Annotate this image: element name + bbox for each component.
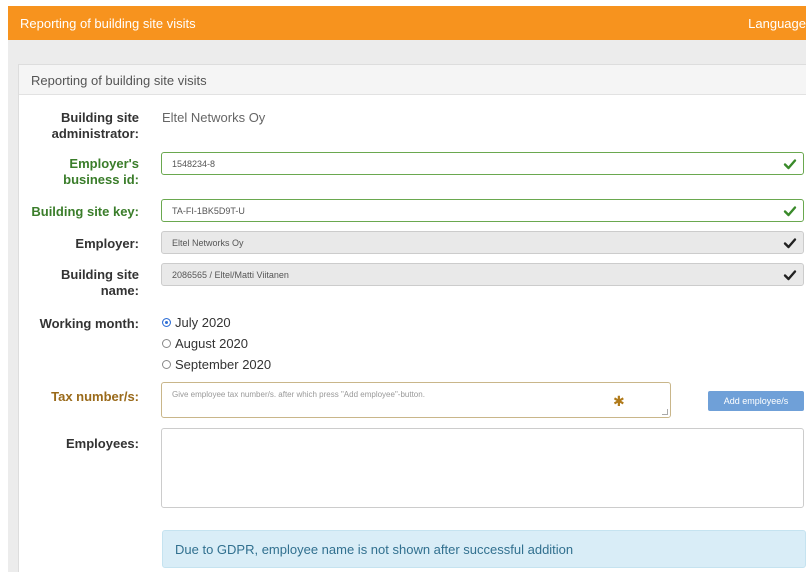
valid-check-icon [783,159,797,170]
administrator-value: Eltel Networks Oy [162,110,266,125]
administrator-label: Building site administrator: [51,110,139,141]
radio-icon[interactable] [162,360,171,370]
employer-value: Eltel Networks Oy [172,238,244,248]
top-navbar: Reporting of building site visits Langua… [8,6,806,40]
panel-heading: Reporting of building site visits [19,65,806,95]
add-employee-button[interactable]: Add employee/s [708,391,804,411]
month-option-september[interactable]: September 2020 [162,357,271,375]
business-id-input[interactable]: 1548234-8 [161,152,804,175]
site-name-input: 2086565 / Eltel/Matti Viitanen [161,263,804,286]
tax-number-placeholder: Give employee tax number/s. after which … [172,390,425,399]
business-id-label: Employer's business id: [63,156,139,187]
month-option-august[interactable]: August 2020 [162,336,248,354]
site-key-label: Building site key: [31,204,139,219]
employer-input: Eltel Networks Oy [161,231,804,254]
employer-label: Employer: [75,236,139,251]
app-title[interactable]: Reporting of building site visits [20,16,196,31]
employees-list[interactable] [161,428,804,508]
site-name-label: Building site name: [61,267,139,298]
gdpr-info-text: Due to GDPR, employee name is not shown … [175,542,574,557]
radio-icon[interactable] [162,339,171,349]
site-key-input[interactable]: TA-FI-1BK5D9T-U [161,199,804,222]
working-month-label: Working month: [39,316,139,331]
panel-title: Reporting of building site visits [31,73,207,88]
radio-selected-icon[interactable] [162,318,171,328]
resize-handle-icon[interactable] [662,409,668,415]
language-menu[interactable]: Language [748,16,806,31]
site-key-value: TA-FI-1BK5D9T-U [172,206,245,216]
required-asterisk-icon: ✱ [613,393,625,409]
valid-check-icon [783,206,797,217]
tax-number-textarea[interactable]: Give employee tax number/s. after which … [161,382,671,418]
tax-number-label: Tax number/s: [51,389,139,404]
business-id-value: 1548234-8 [172,159,216,169]
site-name-value: 2086565 / Eltel/Matti Viitanen [172,270,289,280]
month-option-july[interactable]: July 2020 [162,315,231,333]
gdpr-info-alert: Due to GDPR, employee name is not shown … [162,530,806,568]
employees-label: Employees: [66,436,139,451]
check-icon [783,270,797,281]
check-icon [783,238,797,249]
